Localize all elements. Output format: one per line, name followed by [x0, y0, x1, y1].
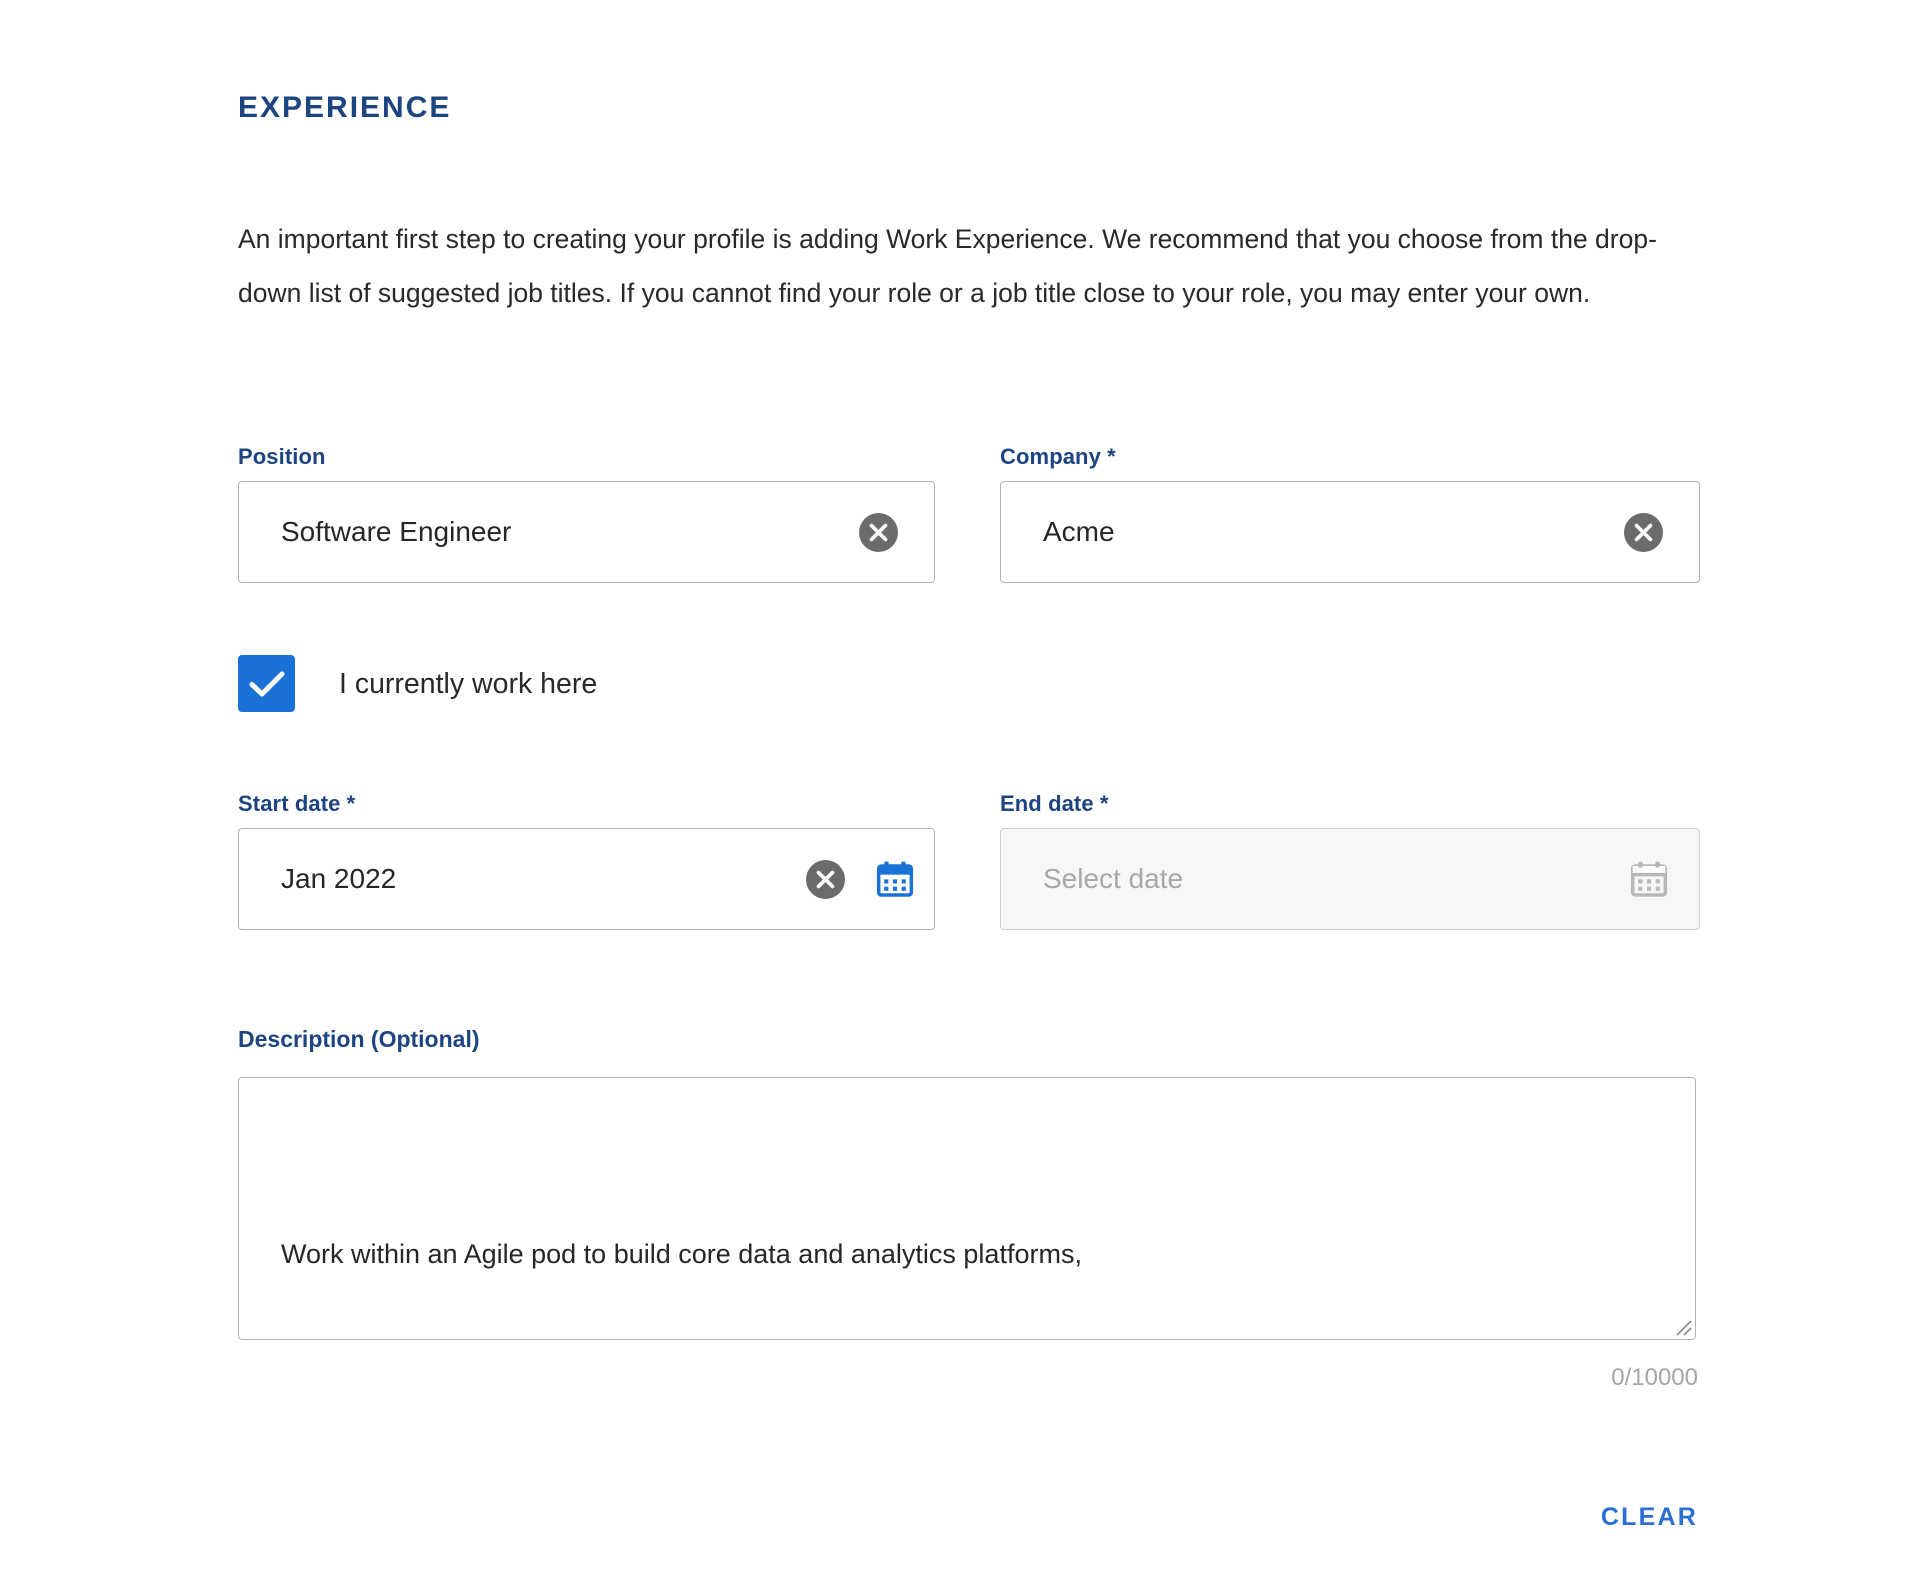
description-content: Work within an Agile pod to build core d…	[239, 1078, 1695, 1339]
position-clear-button[interactable]	[822, 512, 934, 553]
currently-work-here-label: I currently work here	[339, 667, 598, 700]
company-input[interactable]: Acme	[1000, 481, 1700, 583]
start-date-calendar-button[interactable]	[856, 859, 934, 899]
company-value: Acme	[1043, 516, 1115, 547]
start-date-field: Start date * Jan 2022	[238, 790, 935, 930]
start-date-label: Start date *	[238, 791, 356, 816]
position-field: Position Software Engineer	[238, 443, 935, 583]
description-label: Description (Optional)	[238, 1026, 480, 1052]
clear-circle-icon	[1623, 512, 1663, 552]
clear-button[interactable]: CLEAR	[1601, 1502, 1698, 1532]
experience-form-page: EXPERIENCE An important first step to cr…	[0, 0, 1916, 1571]
currently-work-here-row[interactable]: I currently work here	[238, 655, 597, 712]
description-line-1: Work within an Agile pod to build core d…	[281, 1239, 1082, 1269]
calendar-icon	[876, 861, 914, 897]
clear-circle-icon	[858, 512, 898, 552]
character-counter: 0/10000	[1611, 1364, 1698, 1391]
company-clear-button[interactable]	[1587, 512, 1699, 553]
clear-circle-icon	[805, 859, 845, 899]
position-value: Software Engineer	[281, 516, 512, 547]
page-title: EXPERIENCE	[238, 91, 452, 124]
end-date-field: End date * Select date	[1000, 790, 1700, 930]
position-input[interactable]: Software Engineer	[238, 481, 935, 583]
calendar-icon	[1630, 861, 1668, 897]
company-field: Company * Acme	[1000, 443, 1700, 583]
description-textarea[interactable]: Work within an Agile pod to build core d…	[238, 1077, 1696, 1340]
start-date-clear-button[interactable]	[794, 859, 856, 900]
start-date-input[interactable]: Jan 2022	[238, 828, 935, 930]
intro-paragraph: An important first step to creating your…	[238, 224, 1657, 308]
company-label: Company *	[1000, 444, 1116, 469]
textarea-resize-handle[interactable]	[1670, 1314, 1692, 1336]
end-date-input[interactable]: Select date	[1000, 828, 1700, 930]
currently-work-here-checkbox[interactable]	[238, 655, 295, 712]
end-date-placeholder: Select date	[1043, 863, 1184, 894]
end-date-calendar-button[interactable]	[1599, 859, 1699, 899]
checkmark-icon	[249, 671, 284, 696]
start-date-value: Jan 2022	[281, 863, 397, 894]
end-date-label: End date *	[1000, 791, 1109, 816]
position-label: Position	[238, 444, 326, 469]
